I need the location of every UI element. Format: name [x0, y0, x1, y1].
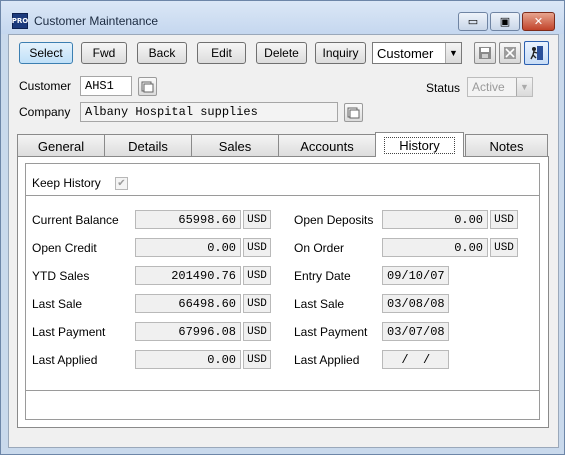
customer-maintenance-window: PRO Customer Maintenance ▭ ▣ ✕ Select Fw…	[0, 0, 565, 455]
tab-history-label: History	[384, 136, 455, 154]
chevron-down-icon: ▼	[516, 78, 532, 96]
last-sale-date-value: 03/08/08	[382, 294, 449, 313]
last-applied-label: Last Applied	[32, 353, 98, 367]
tab-accounts[interactable]: Accounts	[278, 134, 376, 157]
current-balance-value: 65998.60	[135, 210, 241, 229]
last-applied-date-label: Last Applied	[294, 353, 360, 367]
company-label: Company	[19, 105, 71, 119]
ytd-sales-label: YTD Sales	[32, 269, 90, 283]
last-applied-currency: USD	[243, 350, 271, 369]
delete-button[interactable]: Delete	[256, 42, 307, 64]
tab-details[interactable]: Details	[104, 134, 192, 157]
on-order-label: On Order	[294, 241, 345, 255]
tab-sales[interactable]: Sales	[191, 134, 279, 157]
view-select[interactable]: Customer ▼	[372, 42, 462, 64]
last-sale-currency: USD	[243, 294, 271, 313]
last-payment-date-label: Last Payment	[294, 325, 368, 339]
maximize-button[interactable]: ▣	[490, 12, 520, 31]
tab-general[interactable]: General	[17, 134, 105, 157]
last-payment-currency: USD	[243, 322, 271, 341]
last-sale-date-label: Last Sale	[294, 297, 345, 311]
company-lookup-icon[interactable]	[344, 103, 363, 122]
fwd-button[interactable]: Fwd	[81, 42, 127, 64]
open-deposits-currency: USD	[490, 210, 518, 229]
select-button[interactable]: Select	[19, 42, 73, 64]
last-payment-date-value: 03/07/08	[382, 322, 449, 341]
on-order-value: 0.00	[382, 238, 488, 257]
customer-lookup-icon[interactable]	[138, 77, 157, 96]
open-deposits-label: Open Deposits	[294, 213, 374, 227]
ytd-sales-value: 201490.76	[135, 266, 241, 285]
customer-field[interactable]: AHS1	[80, 76, 132, 96]
company-field[interactable]: Albany Hospital supplies	[80, 102, 338, 122]
customer-label: Customer	[19, 79, 72, 93]
tab-notes[interactable]: Notes	[465, 134, 548, 157]
chevron-down-icon: ▼	[445, 43, 461, 63]
tab-history[interactable]: History	[375, 132, 464, 157]
entry-date-label: Entry Date	[294, 269, 351, 283]
toolbar: Select Fwd Back Edit Delete Inquiry Cust…	[9, 35, 558, 71]
open-credit-currency: USD	[243, 238, 271, 257]
last-applied-value: 0.00	[135, 350, 241, 369]
entry-date-value: 09/10/07	[382, 266, 449, 285]
window-title: Customer Maintenance	[34, 14, 159, 28]
minimize-button[interactable]: ▭	[458, 12, 488, 31]
app-icon: PRO	[12, 13, 28, 29]
tab-strip: General Details Sales Accounts History N…	[17, 132, 550, 157]
edit-button[interactable]: Edit	[197, 42, 246, 64]
open-credit-label: Open Credit	[32, 241, 97, 255]
last-applied-date-value: / /	[382, 350, 449, 369]
inquiry-button[interactable]: Inquiry	[315, 42, 366, 64]
history-panel: Keep History ✔ Current Balance 65998.60 …	[17, 156, 549, 428]
last-sale-value: 66498.60	[135, 294, 241, 313]
last-payment-label: Last Payment	[32, 325, 106, 339]
close-button[interactable]: ✕	[522, 12, 555, 31]
title-bar: PRO Customer Maintenance ▭ ▣ ✕	[1, 1, 564, 34]
on-order-currency: USD	[490, 238, 518, 257]
view-select-value: Customer	[377, 45, 434, 61]
last-payment-value: 67996.08	[135, 322, 241, 341]
back-button[interactable]: Back	[137, 42, 187, 64]
exit-icon[interactable]	[524, 41, 549, 65]
current-balance-label: Current Balance	[32, 213, 119, 227]
ytd-sales-currency: USD	[243, 266, 271, 285]
status-value: Active	[472, 80, 505, 94]
cancel-icon[interactable]	[499, 42, 521, 64]
client-area: Select Fwd Back Edit Delete Inquiry Cust…	[8, 34, 559, 448]
status-select: Active ▼	[467, 77, 533, 97]
open-deposits-value: 0.00	[382, 210, 488, 229]
keep-history-label: Keep History	[32, 176, 101, 190]
status-label: Status	[426, 81, 461, 95]
open-credit-value: 0.00	[135, 238, 241, 257]
last-sale-label: Last Sale	[32, 297, 83, 311]
save-icon[interactable]	[474, 42, 496, 64]
keep-history-checkbox: ✔	[115, 177, 128, 190]
current-balance-currency: USD	[243, 210, 271, 229]
